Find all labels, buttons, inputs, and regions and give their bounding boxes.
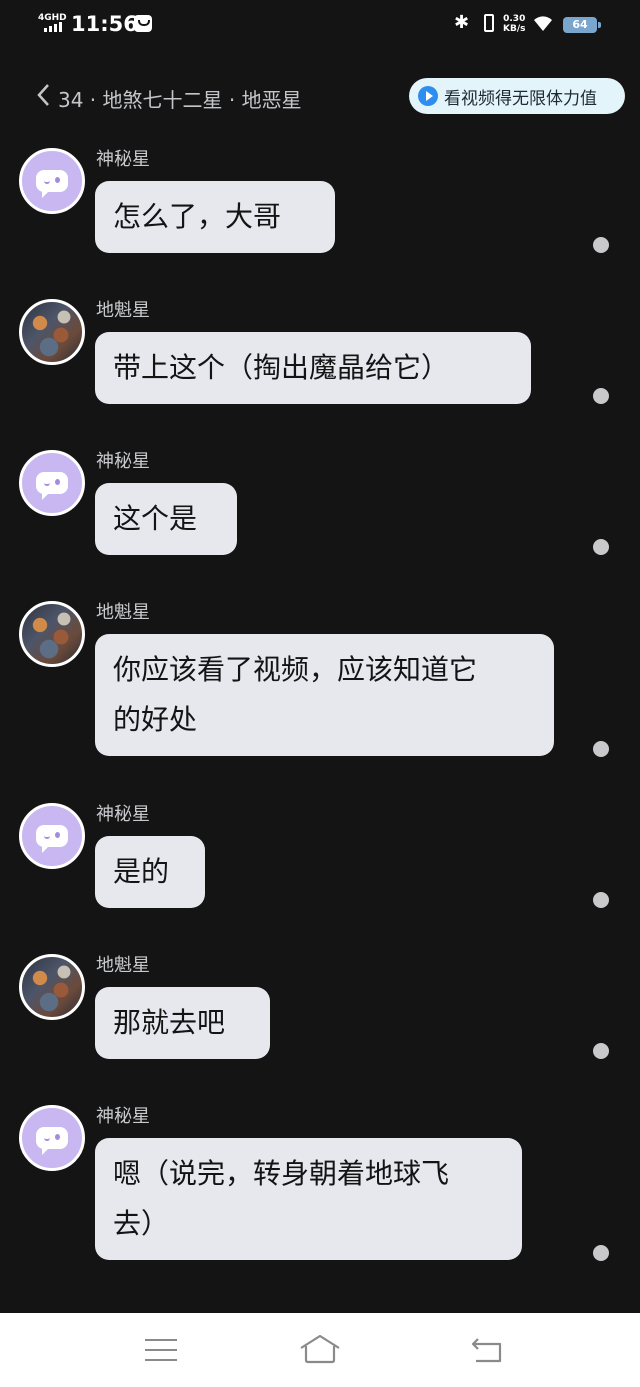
avatar-dikui-star[interactable] bbox=[19, 299, 85, 365]
avatar-mystery-star[interactable] bbox=[19, 803, 85, 869]
chat-bubble-icon bbox=[36, 472, 68, 500]
speaker-name: 神秘星 bbox=[96, 149, 150, 170]
message-bubble: 是的 bbox=[95, 836, 205, 908]
avatar-mystery-star[interactable] bbox=[19, 450, 85, 516]
message-text-line-2: 的好处 bbox=[113, 703, 198, 736]
watch-video-label: 看视频得无限体力值 bbox=[444, 88, 597, 109]
avatar-dikui-star[interactable] bbox=[19, 954, 85, 1020]
speaker-name: 神秘星 bbox=[96, 804, 150, 825]
speaker-name: 地魁星 bbox=[96, 602, 150, 623]
message-dot[interactable] bbox=[593, 1043, 609, 1059]
chapter-header: 34 · 地煞七十二星 · 地恶星 看视频得无限体力值 bbox=[0, 74, 640, 118]
message-dot[interactable] bbox=[593, 1245, 609, 1261]
message-dot[interactable] bbox=[593, 741, 609, 757]
message-dot[interactable] bbox=[593, 539, 609, 555]
speaker-name: 地魁星 bbox=[96, 955, 150, 976]
bluetooth-icon: ✱ bbox=[454, 12, 470, 33]
system-nav-bar bbox=[0, 1313, 640, 1387]
message-text: 带上这个（掏出魔晶给它） bbox=[113, 351, 450, 384]
network-speed-value: 0.30 bbox=[503, 14, 526, 24]
message-bubble: 这个是 bbox=[95, 483, 237, 555]
menu-icon[interactable] bbox=[145, 1337, 177, 1363]
avatar-mystery-star[interactable] bbox=[19, 1105, 85, 1171]
speaker-name: 神秘星 bbox=[96, 451, 150, 472]
signal-icon bbox=[44, 22, 62, 32]
chapter-title: 34 · 地煞七十二星 · 地恶星 bbox=[58, 88, 302, 112]
wifi-icon bbox=[534, 16, 552, 31]
message-dot[interactable] bbox=[593, 237, 609, 253]
message-text-line-1: 嗯（说完，转身朝着地球飞 bbox=[113, 1157, 450, 1190]
speaker-name: 神秘星 bbox=[96, 1106, 150, 1127]
message-bubble: 嗯（说完，转身朝着地球飞 去） bbox=[95, 1138, 522, 1260]
chat-bubble-icon bbox=[36, 1127, 68, 1155]
watch-video-button[interactable]: 看视频得无限体力值 bbox=[409, 78, 625, 114]
message-text: 这个是 bbox=[113, 502, 198, 535]
chat-bubble-icon bbox=[36, 170, 68, 198]
message-text-line-2: 去） bbox=[113, 1207, 170, 1240]
message-dot[interactable] bbox=[593, 388, 609, 404]
message-text: 怎么了，大哥 bbox=[113, 200, 282, 233]
message-bubble: 那就去吧 bbox=[95, 987, 270, 1059]
message-dot[interactable] bbox=[593, 892, 609, 908]
play-icon bbox=[418, 86, 438, 106]
avatar-dikui-star[interactable] bbox=[19, 601, 85, 667]
chat-bubble-icon bbox=[36, 825, 68, 853]
status-bar: 4GHD 11:56 ✱ 0.30 KB/s 64 bbox=[0, 0, 640, 50]
home-icon[interactable] bbox=[298, 1333, 342, 1365]
message-text: 那就去吧 bbox=[113, 1006, 226, 1039]
message-bubble: 带上这个（掏出魔晶给它） bbox=[95, 332, 531, 404]
message-bubble: 怎么了，大哥 bbox=[95, 181, 335, 253]
back-icon[interactable] bbox=[34, 82, 56, 108]
nav-back-icon[interactable] bbox=[470, 1335, 504, 1365]
vibrate-icon bbox=[476, 14, 502, 34]
message-text-line-1: 你应该看了视频，应该知道它 bbox=[113, 653, 478, 686]
network-speed-unit: KB/s bbox=[503, 24, 526, 34]
speaker-name: 地魁星 bbox=[96, 300, 150, 321]
message-icon bbox=[134, 15, 152, 32]
network-speed: 0.30 KB/s bbox=[503, 14, 525, 34]
avatar-mystery-star[interactable] bbox=[19, 148, 85, 214]
status-time: 11:56 bbox=[71, 12, 138, 36]
message-bubble: 你应该看了视频，应该知道它 的好处 bbox=[95, 634, 554, 756]
message-text: 是的 bbox=[113, 855, 170, 888]
battery-icon: 64 bbox=[563, 17, 601, 33]
